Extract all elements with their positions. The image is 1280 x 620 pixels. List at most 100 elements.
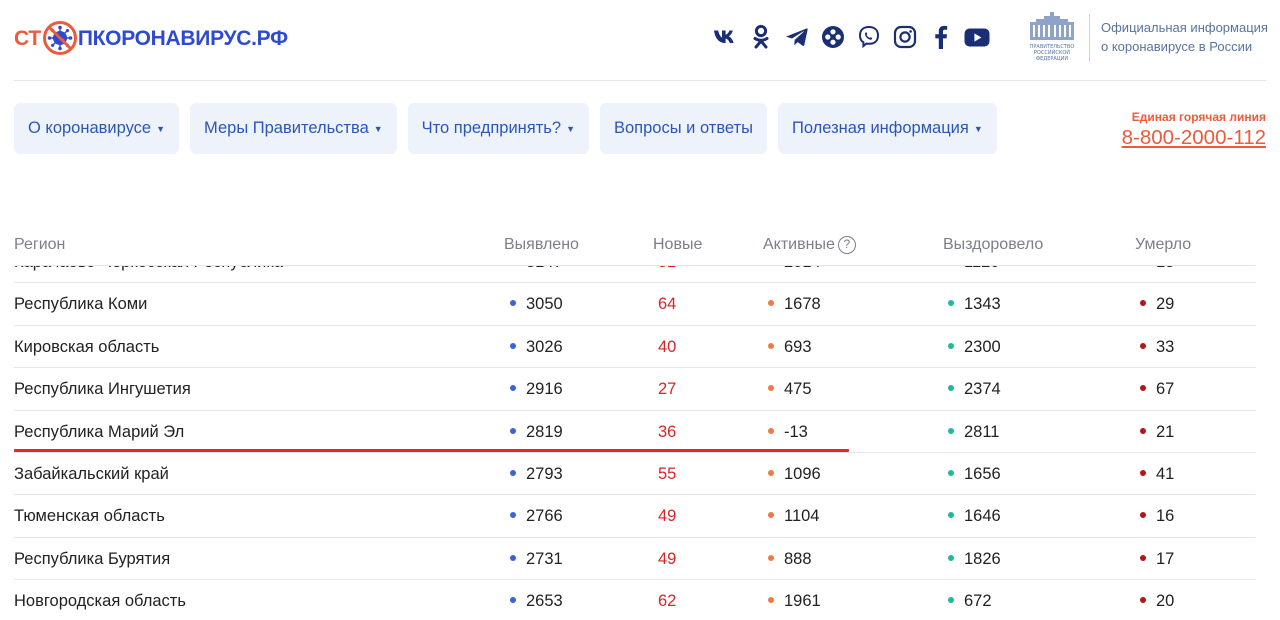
cell-active: 2014 — [768, 266, 821, 272]
cell-new: 49 — [658, 549, 677, 568]
column-header-new[interactable]: Новые — [653, 236, 702, 254]
recovered-dot-icon — [948, 300, 954, 307]
table-header: Регион Выявлено Новые Активные? Выздоров… — [14, 232, 1256, 264]
table-row[interactable]: Забайкальский край 2793 55 1096 1656 41 — [14, 453, 1256, 496]
instagram-icon[interactable] — [892, 22, 918, 52]
nav-label: Меры Правительства — [204, 119, 369, 137]
recovered-value: 1343 — [964, 295, 1001, 314]
site-logo[interactable]: СТ ПКОРОНАВИРУС.РФ — [14, 18, 288, 58]
active-dot-icon — [768, 512, 774, 519]
viber-icon[interactable] — [856, 22, 882, 52]
cell-recovered: 2811 — [948, 423, 999, 442]
telegram-icon[interactable] — [784, 22, 810, 52]
cell-new: 49 — [658, 507, 677, 526]
recovered-dot-icon — [948, 554, 954, 561]
active-dot-icon — [768, 342, 774, 349]
died-value: 21 — [1156, 422, 1175, 441]
detected-dot-icon — [510, 597, 516, 604]
active-dot-icon — [768, 385, 774, 392]
nav-about-coronavirus[interactable]: О коронавирусе ▼ — [14, 103, 180, 154]
cell-active: 888 — [768, 550, 812, 569]
column-header-region[interactable]: Регион — [14, 236, 65, 254]
table-row[interactable]: Тюменская область 2766 49 1104 1646 16 — [14, 495, 1256, 538]
nav-faq[interactable]: Вопросы и ответы — [599, 103, 767, 154]
recovered-value: 1656 — [964, 464, 1001, 483]
odnoklassniki-icon[interactable] — [748, 22, 774, 52]
cell-detected: 2819 — [510, 423, 563, 442]
detected-dot-icon — [510, 554, 516, 561]
table-row[interactable]: Кировская область 3026 40 693 2300 33 — [14, 326, 1256, 369]
nav-label: Полезная информация — [791, 119, 969, 137]
recovered-value: 2300 — [964, 337, 1001, 356]
column-header-active-label: Активные — [763, 236, 835, 253]
active-value: 1096 — [784, 464, 821, 483]
table-row[interactable]: Республика Бурятия 2731 49 888 1826 17 — [14, 538, 1256, 581]
cell-new: 40 — [658, 337, 677, 356]
cell-new: 55 — [658, 464, 677, 483]
cell-active: 1678 — [768, 295, 821, 314]
cell-died: 41 — [1140, 465, 1174, 484]
cell-region: Республика Бурятия — [14, 549, 171, 568]
column-header-active[interactable]: Активные? — [763, 236, 856, 254]
recovered-dot-icon — [948, 512, 954, 519]
cell-new: 36 — [658, 422, 677, 441]
detected-value: 2916 — [526, 380, 563, 399]
cell-detected: 2916 — [510, 380, 563, 399]
detected-value: 3050 — [526, 295, 563, 314]
active-value: 475 — [784, 380, 812, 399]
active-dot-icon — [768, 597, 774, 604]
nav-label: Что предпринять? — [421, 119, 562, 137]
cell-died: 17 — [1140, 550, 1174, 569]
hotline-phone-link[interactable]: 8-800-2000-112 — [1122, 126, 1266, 150]
died-value: 16 — [1156, 507, 1175, 526]
recovered-dot-icon — [948, 342, 954, 349]
site-header: СТ ПКОРОНАВИРУС.РФ ПРАВИТЕЛЬСТВО РОССИЙС… — [0, 0, 1280, 80]
yandex-zen-icon[interactable] — [820, 22, 846, 52]
table-row[interactable]: Республика Марий Эл 2819 36 -13 2811 21 — [14, 411, 1256, 453]
died-value: 41 — [1156, 464, 1175, 483]
vk-icon[interactable] — [712, 22, 738, 52]
column-header-recovered[interactable]: Выздоровело — [943, 236, 1043, 254]
cell-region: Республика Марий Эл — [14, 422, 185, 441]
recovered-value: 1646 — [964, 507, 1001, 526]
recovered-dot-icon — [948, 385, 954, 392]
detected-dot-icon — [510, 342, 516, 349]
government-emblem-icon[interactable]: ПРАВИТЕЛЬСТВО РОССИЙСКОЙ ФЕДЕРАЦИИ — [1022, 10, 1082, 62]
cell-region: Новгородская область — [14, 592, 186, 611]
table-row[interactable]: Карачаево-Черкесская Республика 3147 32 … — [14, 266, 1256, 284]
active-value: 1961 — [784, 592, 821, 611]
cell-recovered: 2300 — [948, 338, 1001, 357]
chevron-down-icon: ▼ — [566, 123, 575, 134]
cell-detected: 3050 — [510, 295, 563, 314]
youtube-icon[interactable] — [964, 22, 990, 52]
nav-what-to-do[interactable]: Что предпринять? ▼ — [407, 103, 589, 154]
table-row[interactable]: Новгородская область 2653 62 1961 672 20 — [14, 580, 1256, 620]
column-header-detected[interactable]: Выявлено — [504, 236, 579, 254]
cell-recovered: 1656 — [948, 465, 1001, 484]
logo-text-right: ПКОРОНАВИРУС.РФ — [77, 26, 288, 50]
cell-new: 32 — [658, 266, 676, 272]
official-info-link[interactable]: Официальная информация о коронавирусе в … — [1101, 18, 1268, 56]
detected-dot-icon — [510, 469, 516, 476]
died-dot-icon — [1140, 512, 1146, 519]
recovered-value: 672 — [964, 592, 992, 611]
table-row[interactable]: Республика Ингушетия 2916 27 475 2374 67 — [14, 368, 1256, 411]
cell-recovered: 2374 — [948, 380, 1001, 399]
facebook-icon[interactable] — [928, 22, 954, 52]
detected-value: 2653 — [526, 592, 563, 611]
died-dot-icon — [1140, 597, 1146, 604]
table-row[interactable]: Республика Коми 3050 64 1678 1343 29 — [14, 283, 1256, 326]
cell-died: 16 — [1140, 507, 1174, 526]
nav-government-measures[interactable]: Меры Правительства ▼ — [190, 103, 397, 154]
active-dot-icon — [768, 554, 774, 561]
column-header-died[interactable]: Умерло — [1135, 236, 1191, 254]
detected-value: 2731 — [526, 549, 563, 568]
detected-value: 2793 — [526, 464, 563, 483]
cell-region: Республика Ингушетия — [14, 380, 191, 399]
recovered-dot-icon — [948, 597, 954, 604]
cell-region: Карачаево-Черкесская Республика — [14, 266, 283, 272]
cell-recovered: 672 — [948, 592, 992, 611]
help-icon[interactable]: ? — [837, 236, 856, 254]
regions-table[interactable]: Карачаево-Черкесская Республика 3147 32 … — [14, 266, 1256, 620]
nav-useful-info[interactable]: Полезная информация ▼ — [777, 103, 997, 154]
